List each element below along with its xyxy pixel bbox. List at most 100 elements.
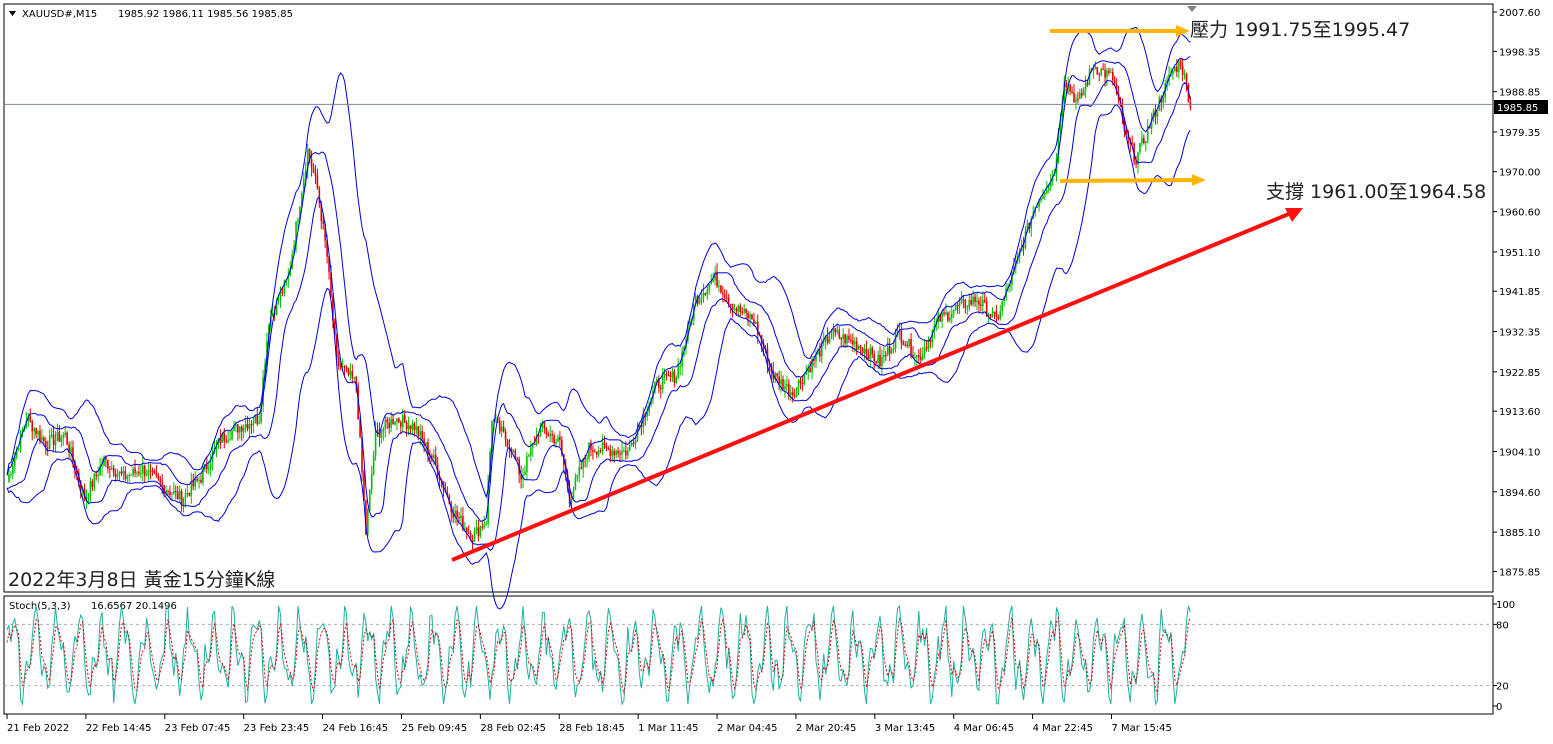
time-tick-label: 25 Feb 09:45 [401,723,467,734]
candle-body [857,345,860,350]
candle-body [386,419,389,423]
support-label: 支撐 1961.00至1964.58 [1266,181,1486,203]
candle-body [628,445,631,451]
candle-body [597,450,600,455]
candle-body [782,379,784,390]
candle-body [1071,91,1073,93]
candle-body [788,383,790,395]
candle-body [671,371,674,378]
candle-body [885,354,887,356]
stoch-name: Stoch(5,3,3) [9,601,71,612]
candle-body [297,219,299,222]
price-tick-label: 1951.10 [1499,248,1540,259]
candle-body [171,493,173,495]
time-tick-label: 4 Mar 06:45 [954,723,1014,734]
candle-body [227,439,229,442]
price-tick-label: 1988.85 [1499,88,1540,99]
candle-body [549,434,551,436]
candle-body [198,479,200,481]
candle-body [601,442,604,452]
candle-body [33,428,35,432]
candle-body [118,471,121,474]
time-tick-label: 7 Mar 15:45 [1112,723,1172,734]
candle-body [56,432,59,440]
candle-body [93,474,96,487]
candle-body [1108,70,1110,73]
candle-body [1094,67,1097,69]
candle-body [240,426,243,432]
candle-body [316,175,319,189]
candle-body [594,451,596,453]
candle-body [786,383,788,387]
candle-body [799,380,802,384]
candle-body [48,435,51,449]
resistance-label: 壓力 1991.75至1995.47 [1190,19,1410,41]
stoch-pane[interactable] [3,595,1494,715]
candle-body [950,313,953,318]
candle-body [95,474,98,477]
candle-body [464,527,466,530]
stoch-axis: 100 80 20 0 [1493,600,1515,713]
candle-body [186,493,189,495]
price-tick-label: 1875.85 [1499,567,1540,578]
chart-canvas[interactable]: 壓力 1991.75至1995.47 支撐 1961.00至1964.58 20… [0,0,1553,744]
candle-body [37,430,39,435]
candle-body [1179,60,1182,66]
candle-body [784,386,786,390]
price-pane[interactable] [3,3,1494,593]
time-tick-label: 28 Feb 18:45 [559,723,625,734]
candle-body [729,303,732,305]
price-tick-label: 1913.60 [1499,407,1540,418]
price-axis: 2007.60 1998.35 1988.85 1979.35 1970.00 1960.… [1493,8,1540,578]
candle-body [677,366,680,379]
candle-body [1113,80,1116,85]
candle-body [196,478,198,481]
candle-body [169,491,171,495]
candle-body [553,435,555,444]
candle-body [512,450,515,453]
candle-body [634,440,637,444]
candle-body [149,470,152,472]
candle-body [384,419,387,429]
candle-body [753,319,755,324]
candle-body [731,303,734,310]
candle-body [663,373,666,377]
price-tick-label: 1941.85 [1499,287,1540,298]
stoch-values: 16.6567 20.1496 [91,601,177,612]
stoch-tick-label: 0 [1496,702,1502,713]
candle-body [415,426,418,431]
candle-body [1176,66,1178,72]
candle-body [704,292,707,295]
candle-body [310,158,313,168]
candle-body [112,467,115,475]
candle-body [954,305,957,311]
candle-body [1143,138,1145,144]
candle-body [1075,98,1077,103]
candle-body [390,418,392,428]
candle-body [603,442,606,446]
candle-body [609,449,612,457]
candle-body [724,294,726,298]
candle-body [916,355,918,358]
candle-body [419,431,422,436]
stoch-tick-label: 100 [1496,600,1515,611]
candle-body [949,317,951,321]
candle-body [733,308,736,310]
candle-body [830,334,833,339]
candle-body [107,460,109,469]
time-tick-label: 4 Mar 22:45 [1033,723,1093,734]
candle-body [871,347,874,355]
candle-body [339,366,342,368]
price-tick-label: 1904.10 [1499,447,1540,458]
candle-body [853,341,856,345]
candle-body [630,442,633,446]
candle-body [619,453,621,455]
candle-body [923,347,926,355]
candle-body [254,415,257,424]
candle-body [528,455,530,457]
candle-body [417,426,420,436]
candle-body [943,312,945,315]
candle-body [980,304,982,306]
candle-body [411,423,414,430]
candle-body [863,348,866,354]
